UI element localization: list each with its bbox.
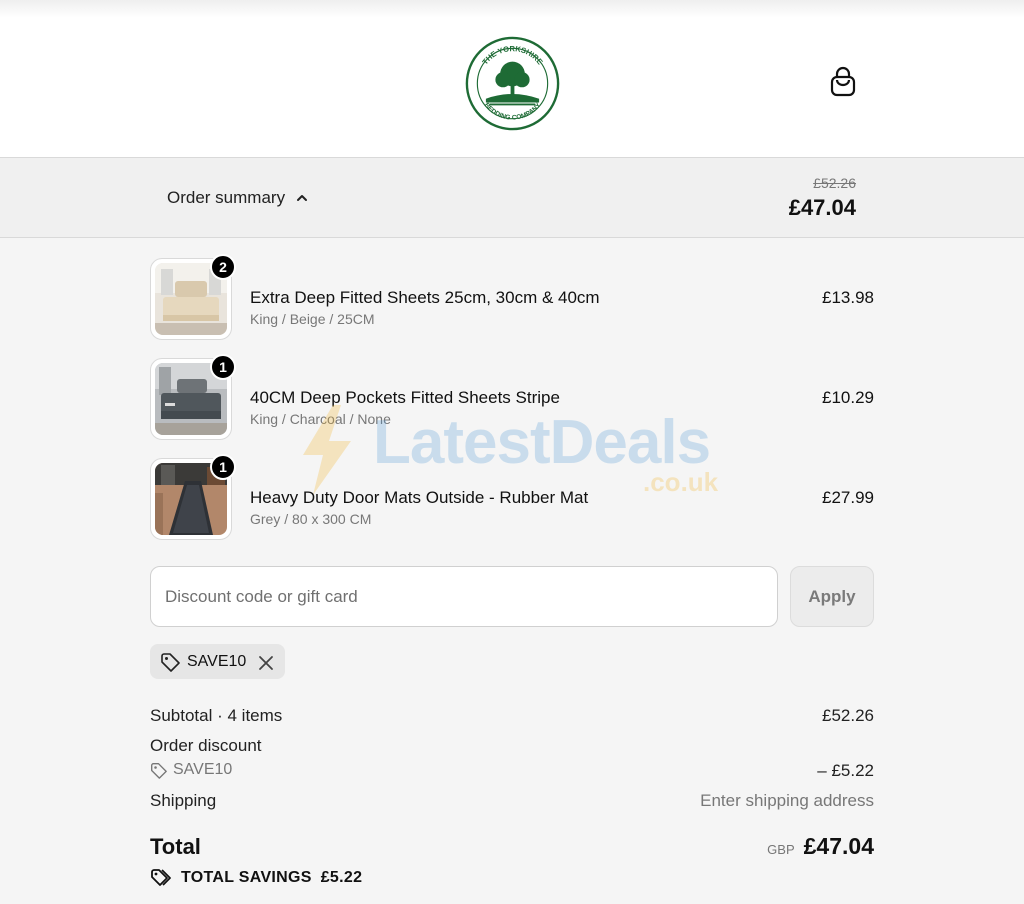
close-icon[interactable]	[257, 653, 275, 673]
shopping-bag-icon[interactable]	[828, 66, 858, 98]
subtotal-value: £52.26	[822, 706, 874, 725]
line-item: 1 40CM Deep Pockets Fitted Sheets Stripe…	[150, 354, 874, 440]
item-price: £13.98	[822, 288, 874, 307]
total-value: £47.04	[803, 833, 874, 859]
item-variant: King / Charcoal / None	[250, 411, 391, 427]
total-savings-value: £5.22	[320, 869, 363, 886]
original-price: £52.26	[813, 175, 856, 191]
total-label: Total	[150, 834, 201, 859]
brand-logo[interactable]: THE YORKSHIRE BEDDING COMPANY	[465, 36, 560, 131]
quantity-badge: 1	[210, 454, 236, 480]
item-price: £27.99	[822, 488, 874, 507]
line-item: 2 Extra Deep Fitted Sheets 25cm, 30cm & …	[150, 254, 874, 340]
shipping-label: Shipping	[150, 791, 217, 810]
applied-code-label: SAVE10	[187, 652, 247, 670]
tag-icon	[151, 762, 167, 779]
subtotal-label: Subtotal · 4 items	[150, 706, 283, 725]
order-discount-code: SAVE10	[150, 761, 232, 779]
total-amount: GBP £47.04	[767, 833, 874, 860]
item-variant: King / Beige / 25CM	[250, 311, 375, 327]
header-total-price: £47.04	[788, 195, 856, 220]
order-discount-value: – £5.22	[817, 761, 874, 780]
item-variant: Grey / 80 x 300 CM	[250, 511, 372, 527]
item-name: 40CM Deep Pockets Fitted Sheets Stripe	[250, 388, 560, 407]
quantity-badge: 2	[210, 254, 236, 280]
discount-code-input[interactable]	[150, 566, 778, 627]
shipping-value: Enter shipping address	[700, 791, 874, 810]
tag-icon	[161, 652, 180, 672]
item-name: Heavy Duty Door Mats Outside - Rubber Ma…	[250, 488, 589, 507]
cart-button[interactable]	[828, 66, 858, 98]
total-savings-label: TOTAL SAVINGS	[181, 869, 312, 886]
item-name: Extra Deep Fitted Sheets 25cm, 30cm & 40…	[250, 288, 600, 307]
order-discount-code-label: SAVE10	[173, 761, 233, 778]
tags-icon	[151, 869, 171, 886]
header: THE YORKSHIRE BEDDING COMPANY	[0, 0, 1024, 158]
order-summary-bar	[0, 158, 1024, 238]
quantity-badge: 1	[210, 354, 236, 380]
apply-button[interactable]: Apply	[790, 566, 874, 627]
order-discount-label: Order discount	[150, 736, 262, 755]
applied-discount-chip: SAVE10	[150, 644, 286, 679]
line-item: 1 Heavy Duty Door Mats Outside - Rubber …	[150, 454, 874, 540]
remove-discount-button[interactable]	[257, 653, 275, 671]
chevron-up-icon	[297, 195, 308, 201]
item-price: £10.29	[822, 388, 874, 407]
order-summary-toggle[interactable]: Order summary	[167, 188, 309, 208]
order-summary-label: Order summary	[167, 188, 286, 207]
top-blur-bar	[0, 0, 1024, 18]
currency-code: GBP	[767, 842, 795, 857]
total-savings: TOTAL SAVINGS £5.22	[150, 867, 362, 889]
